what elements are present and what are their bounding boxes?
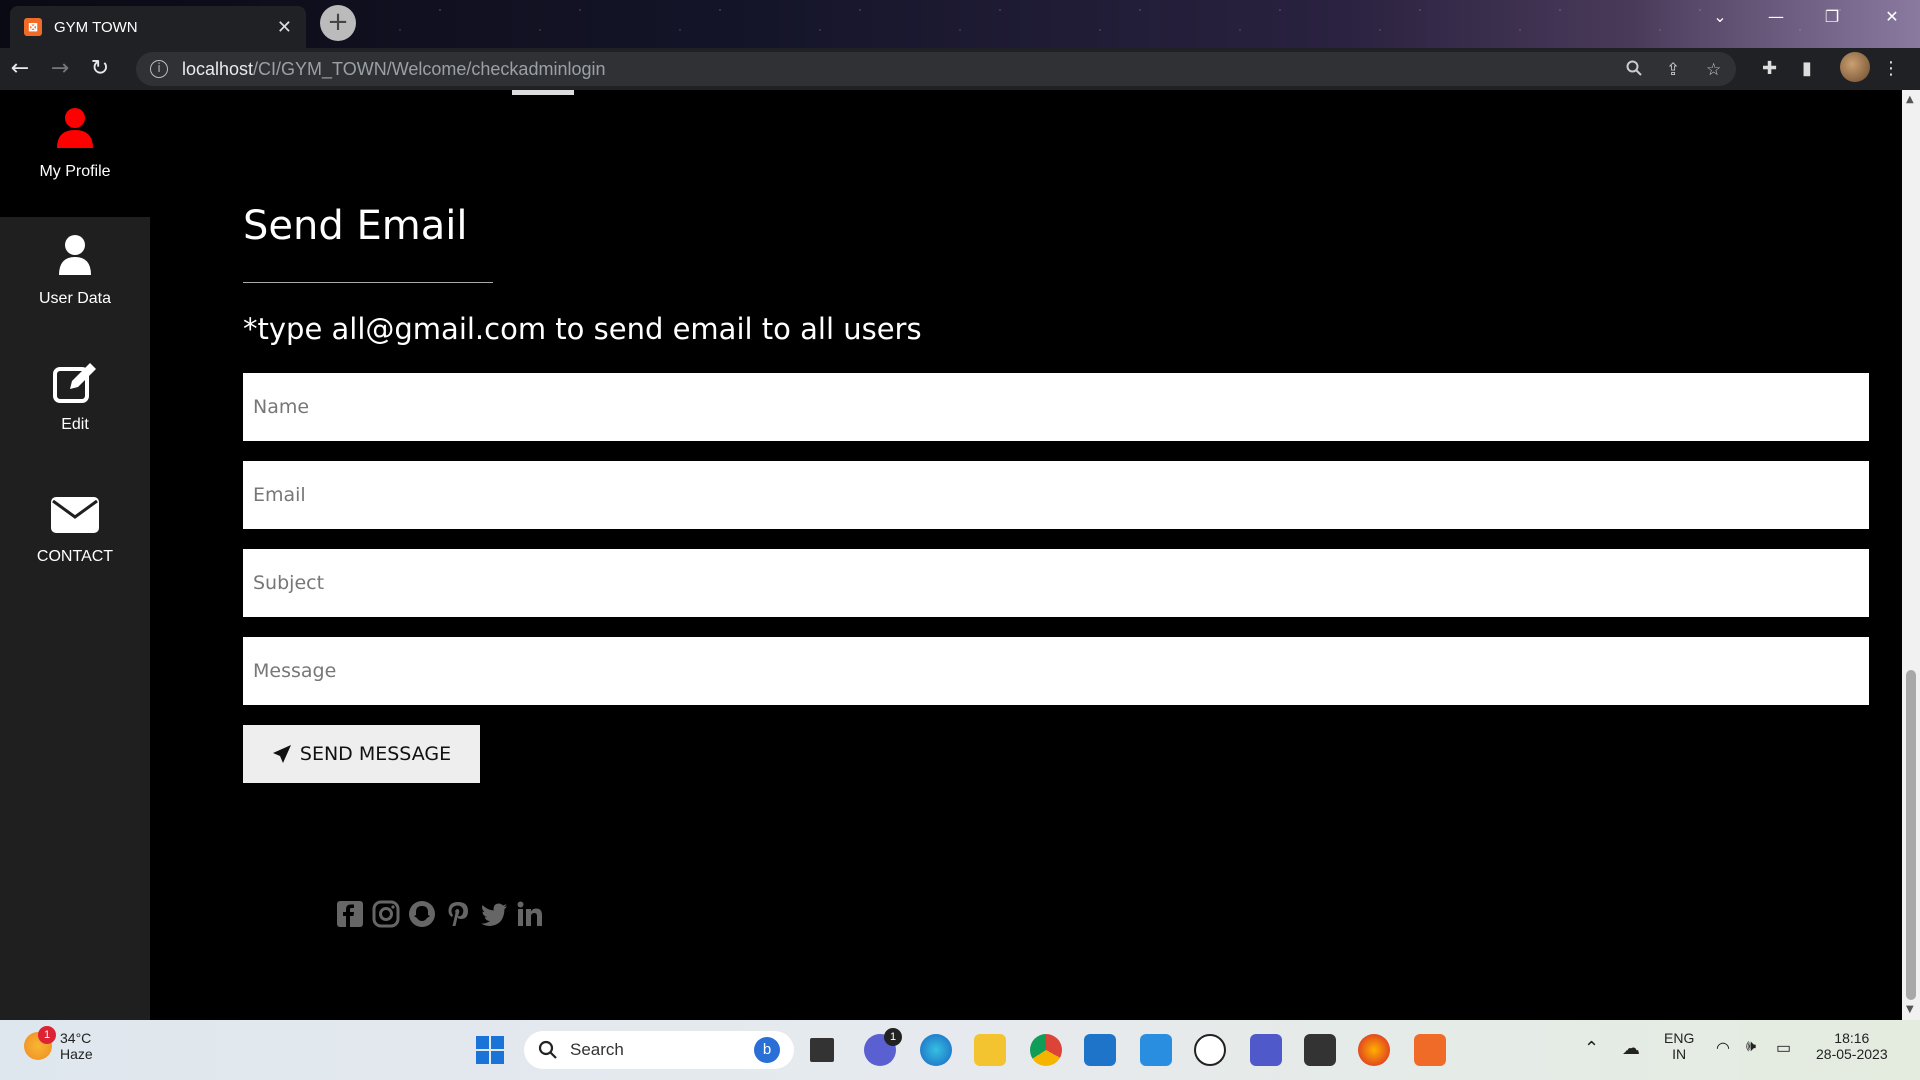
sublime-text-icon[interactable] xyxy=(1304,1034,1336,1066)
snapchat-icon[interactable] xyxy=(408,900,436,928)
zoom-icon[interactable] xyxy=(1626,60,1642,81)
teams-icon[interactable] xyxy=(1250,1034,1282,1066)
maximize-button[interactable]: ❐ xyxy=(1804,0,1860,34)
sidebar-item-my-profile[interactable]: My Profile xyxy=(0,106,150,181)
share-icon[interactable]: ⇪ xyxy=(1666,60,1680,80)
pinterest-icon[interactable] xyxy=(444,900,472,928)
edit-icon xyxy=(53,363,96,403)
volume-icon[interactable]: 🕪 xyxy=(1746,1038,1756,1056)
sidebar-item-label: CONTACT xyxy=(36,548,114,565)
side-panel-icon[interactable]: ▮ xyxy=(1802,58,1812,79)
mail-icon[interactable] xyxy=(1084,1034,1116,1066)
paper-plane-icon xyxy=(272,745,291,763)
browser-title-bar: ⊠ GYM TOWN ✕ + ⌄ — ❐ ✕ xyxy=(0,0,1920,48)
taskbar-search[interactable]: Search b xyxy=(524,1031,794,1069)
battery-icon[interactable]: ▭ xyxy=(1776,1038,1791,1058)
notification-badge: 1 xyxy=(38,1026,56,1044)
url-host: localhost xyxy=(182,58,254,79)
bing-icon[interactable]: b xyxy=(754,1037,780,1063)
search-icon xyxy=(538,1040,557,1059)
region-code: IN xyxy=(1672,1046,1687,1062)
sun-haze-icon: 1 xyxy=(24,1026,56,1060)
sidebar-profile-area: My Profile xyxy=(0,90,150,217)
web-page: My Profile User Data Edit CONTACT Send E… xyxy=(0,90,1920,1020)
title-divider xyxy=(243,282,493,283)
sidebar-item-label: Edit xyxy=(61,416,89,433)
forward-button[interactable]: → xyxy=(40,48,80,90)
clock-date: 28-05-2023 xyxy=(1816,1046,1888,1062)
tab-title: GYM TOWN xyxy=(54,18,138,36)
send-message-button[interactable]: SEND MESSAGE xyxy=(243,725,480,783)
xampp-icon[interactable] xyxy=(1414,1034,1446,1066)
email-field[interactable] xyxy=(243,461,1869,529)
clock-time: 18:16 xyxy=(1834,1030,1870,1046)
sidebar: User Data Edit CONTACT xyxy=(0,217,150,1020)
teams-badge: 1 xyxy=(884,1028,902,1046)
user-icon xyxy=(57,108,93,148)
close-window-button[interactable]: ✕ xyxy=(1864,0,1920,34)
linkedin-icon[interactable] xyxy=(516,900,544,928)
bookmark-star-icon[interactable]: ☆ xyxy=(1706,60,1721,80)
scrollbar-thumb[interactable] xyxy=(1906,670,1916,1000)
address-bar[interactable]: i localhost/CI/GYM_TOWN/Welcome/checkadm… xyxy=(136,52,1736,86)
sidebar-item-label: User Data xyxy=(38,290,112,307)
user-icon xyxy=(59,235,91,275)
active-nav-indicator xyxy=(512,90,574,95)
page-scrollbar[interactable]: ▲ ▼ xyxy=(1902,90,1920,1020)
chrome-menu-icon[interactable]: ⋮ xyxy=(1882,58,1900,79)
sidebar-item-edit[interactable]: Edit xyxy=(0,361,150,434)
subject-field[interactable] xyxy=(243,549,1869,617)
chrome-icon[interactable] xyxy=(1030,1034,1062,1066)
email-hint: *type all@gmail.com to send email to all… xyxy=(243,312,922,346)
windows-start-icon[interactable] xyxy=(474,1034,506,1066)
edge-icon[interactable] xyxy=(920,1034,952,1066)
browser-toolbar: ← → ↻ i localhost/CI/GYM_TOWN/Welcome/ch… xyxy=(0,48,1920,90)
task-view-icon[interactable] xyxy=(810,1038,834,1062)
vscode-icon[interactable] xyxy=(1140,1034,1172,1066)
close-tab-icon[interactable]: ✕ xyxy=(277,17,292,38)
back-button[interactable]: ← xyxy=(0,48,40,90)
instagram-icon[interactable] xyxy=(372,900,400,928)
url-path: /CI/GYM_TOWN/Welcome/checkadminlogin xyxy=(253,58,606,79)
profile-avatar[interactable] xyxy=(1840,52,1870,82)
send-message-label: SEND MESSAGE xyxy=(299,743,452,765)
reload-button[interactable]: ↻ xyxy=(80,48,120,90)
teams-chat-icon[interactable]: 1 xyxy=(864,1028,902,1066)
browser-tab[interactable]: ⊠ GYM TOWN ✕ xyxy=(10,6,306,48)
extensions-icon[interactable]: ✚ xyxy=(1762,58,1777,79)
clock[interactable]: 18:16 28-05-2023 xyxy=(1816,1030,1888,1062)
language-code: ENG xyxy=(1664,1030,1695,1046)
social-links xyxy=(336,900,544,928)
sidebar-item-label: My Profile xyxy=(39,163,111,180)
wifi-icon[interactable]: ◠ xyxy=(1716,1038,1730,1058)
site-info-icon[interactable]: i xyxy=(150,60,168,78)
minimize-button[interactable]: — xyxy=(1748,0,1804,34)
weather-desc: Haze xyxy=(60,1046,93,1062)
page-title: Send Email xyxy=(243,203,468,249)
file-explorer-icon[interactable] xyxy=(974,1034,1006,1066)
facebook-icon[interactable] xyxy=(336,900,364,928)
language-indicator[interactable]: ENG IN xyxy=(1664,1030,1694,1062)
tray-overflow-icon[interactable]: ⌃ xyxy=(1584,1038,1599,1059)
sidebar-item-contact[interactable]: CONTACT xyxy=(0,495,150,566)
message-field[interactable] xyxy=(243,637,1869,705)
envelope-icon xyxy=(51,497,99,533)
firefox-icon[interactable] xyxy=(1358,1034,1390,1066)
onedrive-icon[interactable]: ☁ xyxy=(1622,1038,1640,1059)
name-field[interactable] xyxy=(243,373,1869,441)
dell-icon[interactable] xyxy=(1194,1034,1226,1066)
weather-temp: 34°C xyxy=(60,1030,92,1046)
windows-taskbar: 1 34°C Haze Search b 1 ⌃ ☁ ENG IN ◠ 🕪 ▭ … xyxy=(0,1020,1920,1080)
search-label: Search xyxy=(570,1040,624,1059)
sidebar-item-user-data[interactable]: User Data xyxy=(0,233,150,308)
xampp-favicon-icon: ⊠ xyxy=(24,18,42,36)
twitter-icon[interactable] xyxy=(480,900,508,928)
new-tab-button[interactable]: + xyxy=(320,5,356,41)
tab-search-icon[interactable]: ⌄ xyxy=(1692,0,1748,34)
weather-widget[interactable]: 1 34°C Haze xyxy=(24,1026,93,1062)
